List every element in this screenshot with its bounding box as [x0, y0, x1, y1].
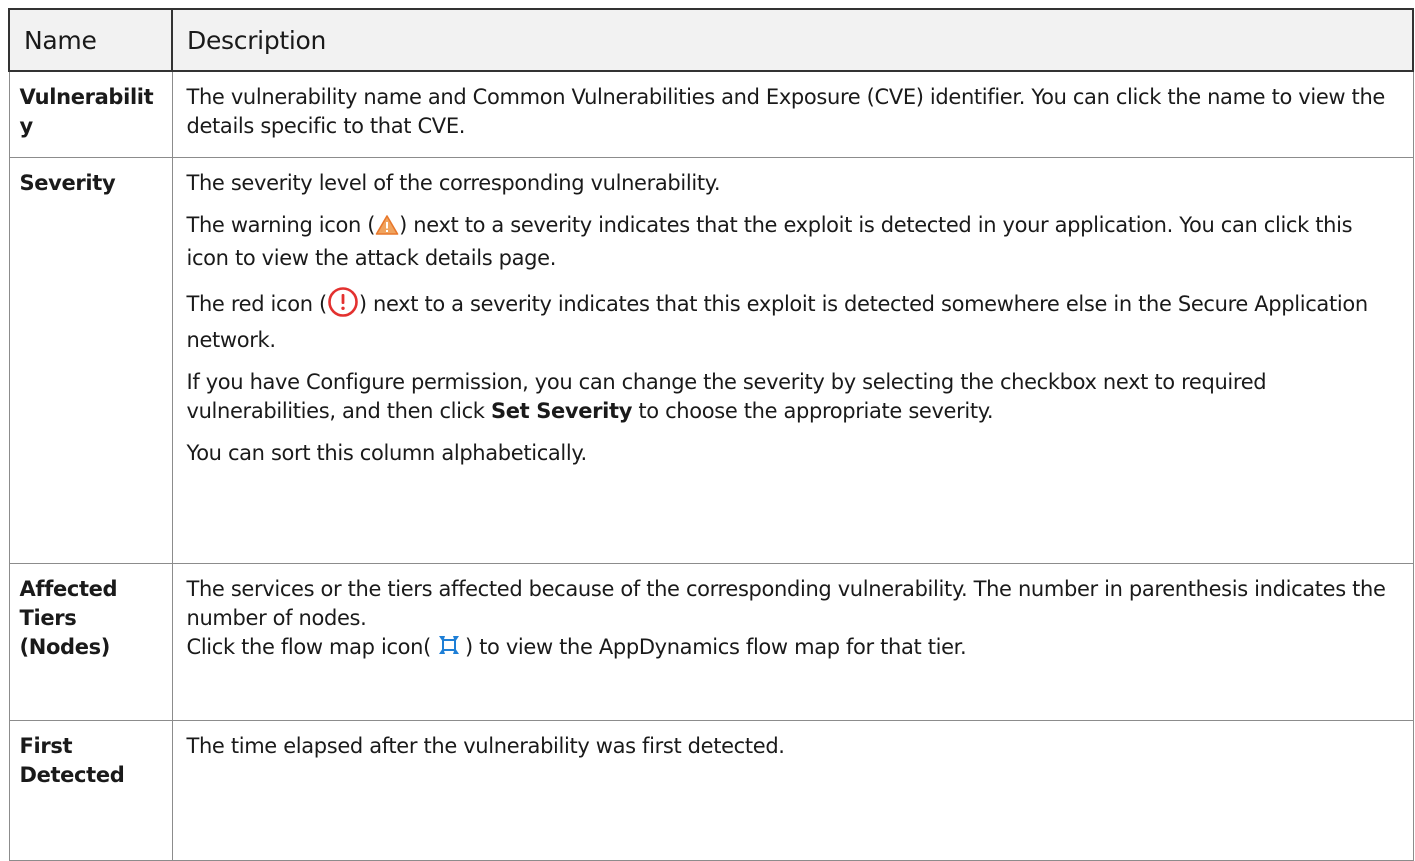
flow-map-icon: [437, 634, 461, 664]
first-detected-text: The time elapsed after the vulnerability…: [186, 734, 785, 758]
table-row-first-detected: First Detected The time elapsed after th…: [8, 720, 1414, 861]
severity-level-text: The severity level of the corresponding …: [186, 171, 721, 195]
header-description: Description: [171, 8, 1414, 72]
affected-tiers-flow-map-text: Click the flow map icon( ) to view the Ap…: [187, 633, 1399, 664]
warning-triangle-icon: [375, 214, 399, 244]
header-row: Name Description: [8, 8, 1414, 72]
row-name-severity: Severity: [8, 157, 173, 564]
affected-tiers-text: The services or the tiers affected becau…: [186, 577, 1386, 630]
row-description-first-detected: The time elapsed after the vulnerability…: [171, 720, 1414, 861]
row-description-severity: The severity level of the corresponding …: [171, 157, 1414, 564]
table-row-vulnerability: Vulnerability The vulnerability name and…: [8, 70, 1414, 158]
warning-text-before: The warning icon (: [186, 213, 376, 237]
properties-table: Name Description Vulnerability The vulne…: [8, 8, 1414, 861]
row-description-affected-tiers: The services or the tiers affected becau…: [171, 563, 1414, 721]
header-name: Name: [8, 8, 173, 72]
red-icon-text-after: ) next to a severity indicates that this…: [186, 292, 1369, 352]
red-exclamation-circle-icon: [327, 286, 359, 326]
severity-warning-text: The warning icon () next to a severity i…: [187, 211, 1399, 273]
flow-map-text-after: ) to view the AppDynamics flow map for t…: [464, 635, 967, 659]
table-row-affected-tiers: Affected Tiers (Nodes) The services or t…: [8, 563, 1414, 721]
severity-red-icon-text: The red icon () next to a severity indic…: [187, 286, 1399, 355]
severity-sort-text: You can sort this column alphabetically.: [186, 441, 588, 465]
row-name-first-detected: First Detected: [8, 720, 173, 861]
vulnerability-description: The vulnerability name and Common Vulner…: [186, 85, 1386, 138]
set-severity-label: Set Severity: [490, 399, 633, 423]
row-name-affected-tiers: Affected Tiers (Nodes): [8, 563, 173, 721]
row-name-vulnerability: Vulnerability: [8, 70, 173, 158]
flow-map-text-before: Click the flow map icon(: [186, 635, 432, 659]
row-description-vulnerability: The vulnerability name and Common Vulner…: [171, 70, 1414, 158]
severity-permission-text: If you have Configure permission, you ca…: [187, 368, 1399, 426]
table-row-severity: Severity The severity level of the corre…: [8, 157, 1414, 564]
red-icon-text-before: The red icon (: [186, 292, 328, 316]
permission-text-after: to choose the appropriate severity.: [632, 399, 994, 423]
